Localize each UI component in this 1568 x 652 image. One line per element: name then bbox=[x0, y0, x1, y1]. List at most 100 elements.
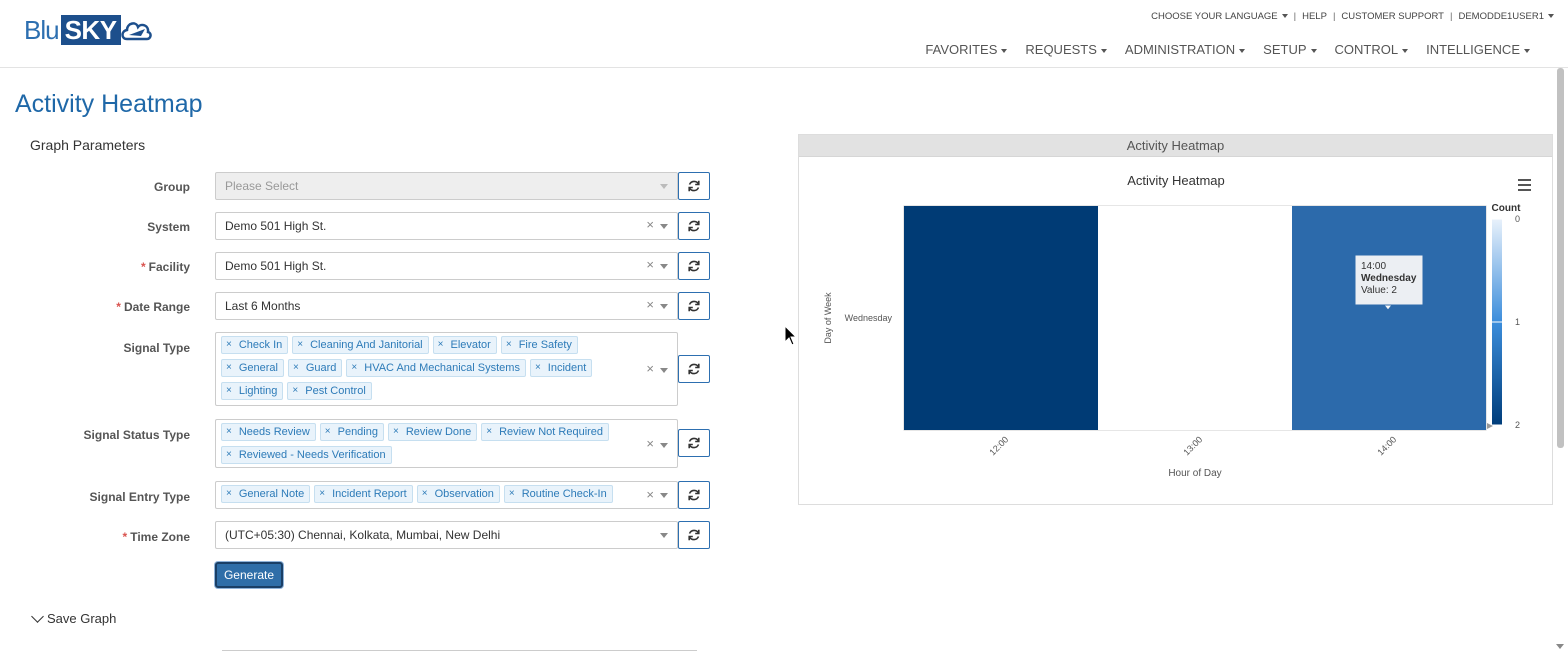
tag-review-done[interactable]: × Review Done bbox=[387, 423, 478, 441]
tag-lighting[interactable]: × Lighting bbox=[221, 382, 284, 400]
clear-icon[interactable]: × bbox=[646, 483, 654, 507]
colorbar-tick-label: 2 bbox=[1515, 420, 1520, 430]
tag-check-in[interactable]: × Check In bbox=[221, 336, 289, 354]
tooltip-time: 14:00 bbox=[1361, 261, 1386, 272]
tag-remove-icon[interactable]: × bbox=[319, 486, 325, 502]
help-link[interactable]: HELP bbox=[1302, 11, 1327, 22]
nav-favorites[interactable]: FAVORITES bbox=[925, 42, 1008, 57]
tag-needs-review[interactable]: × Needs Review bbox=[221, 423, 316, 441]
tag-incident-report[interactable]: × Incident Report bbox=[314, 485, 413, 503]
signal-entry-type-refresh-button[interactable] bbox=[678, 481, 710, 509]
tag-remove-icon[interactable]: × bbox=[393, 424, 399, 440]
refresh-icon bbox=[688, 180, 700, 192]
heatmap-cell-1300-wednesday[interactable] bbox=[1098, 206, 1292, 430]
generate-button[interactable]: Generate bbox=[215, 562, 283, 588]
tooltip-value: Value: 2 bbox=[1361, 285, 1397, 296]
scroll-down-arrow-icon[interactable] bbox=[1556, 644, 1564, 649]
tag-remove-icon[interactable]: × bbox=[226, 360, 232, 376]
group-label: Group bbox=[154, 180, 190, 194]
chevron-down-icon bbox=[1524, 48, 1530, 53]
page-title: Activity Heatmap bbox=[15, 90, 203, 118]
chevron-down-icon bbox=[1310, 48, 1317, 53]
user-menu[interactable]: DEMODDE1USER1 bbox=[1458, 11, 1554, 22]
tooltip: 14:00 Wednesday Value: 2 bbox=[1354, 254, 1424, 311]
tag-remove-icon[interactable]: × bbox=[226, 337, 232, 353]
group-select[interactable]: Please Select bbox=[215, 172, 678, 200]
y-axis-label: Day of Week bbox=[823, 292, 833, 344]
tag-remove-icon[interactable]: × bbox=[509, 486, 515, 502]
tag-elevator[interactable]: × Elevator bbox=[432, 336, 497, 354]
nav-control[interactable]: CONTROL bbox=[1335, 42, 1409, 57]
tag-pending[interactable]: × Pending bbox=[319, 423, 384, 441]
tag-remove-icon[interactable]: × bbox=[486, 424, 492, 440]
nav-requests[interactable]: REQUESTS bbox=[1025, 42, 1107, 57]
facility-refresh-button[interactable] bbox=[678, 252, 710, 280]
save-graph-toggle[interactable]: Save Graph bbox=[31, 609, 116, 626]
clear-icon[interactable]: × bbox=[646, 357, 654, 381]
tag-hvac-and-mechanical-systems[interactable]: × HVAC And Mechanical Systems bbox=[346, 359, 526, 377]
tag-remove-icon[interactable]: × bbox=[292, 383, 298, 399]
tag-remove-icon[interactable]: × bbox=[438, 337, 444, 353]
tag-remove-icon[interactable]: × bbox=[351, 360, 357, 376]
time-zone-refresh-button[interactable] bbox=[678, 521, 710, 549]
chevron-down-icon bbox=[1001, 48, 1008, 53]
nav-administration[interactable]: ADMINISTRATION bbox=[1125, 42, 1246, 57]
tag-remove-icon[interactable]: × bbox=[226, 447, 232, 463]
chevron-down-icon bbox=[660, 304, 668, 309]
group-refresh-button[interactable] bbox=[678, 172, 710, 200]
tag-remove-icon[interactable]: × bbox=[506, 337, 512, 353]
tag-remove-icon[interactable]: × bbox=[226, 424, 232, 440]
system-refresh-button[interactable] bbox=[678, 212, 710, 240]
tag-review-not-required[interactable]: × Review Not Required bbox=[481, 423, 610, 441]
bluesky-logo[interactable]: Blu SKY bbox=[24, 14, 153, 46]
clear-icon[interactable]: × bbox=[646, 432, 654, 456]
tag-observation[interactable]: × Observation bbox=[416, 485, 500, 503]
tag-general[interactable]: × General bbox=[221, 359, 284, 377]
signal-entry-type-multiselect[interactable]: × General Note × Incident Report × Observat… bbox=[215, 481, 678, 509]
signal-type-multiselect[interactable]: × Check In × Cleaning And Janitorial × Elev… bbox=[215, 332, 678, 406]
heatmap-cell-1400-wednesday[interactable] bbox=[1292, 206, 1486, 430]
tag-remove-icon[interactable]: × bbox=[297, 337, 303, 353]
chevron-down-icon bbox=[660, 493, 668, 498]
page-scrollbar[interactable] bbox=[1555, 68, 1565, 652]
heatmap-cell-1200-wednesday[interactable] bbox=[904, 206, 1098, 430]
colorbar-title: Count bbox=[1492, 203, 1522, 214]
tag-guard[interactable]: × Guard bbox=[287, 359, 343, 377]
menu-icon[interactable] bbox=[1518, 179, 1531, 191]
signal-type-refresh-button[interactable] bbox=[678, 355, 710, 383]
tag-remove-icon[interactable]: × bbox=[422, 486, 428, 502]
tag-remove-icon[interactable]: × bbox=[226, 383, 232, 399]
facility-select[interactable]: Demo 501 High St. × bbox=[215, 252, 678, 280]
nav-intelligence[interactable]: INTELLIGENCE bbox=[1426, 42, 1530, 57]
tag-remove-icon[interactable]: × bbox=[293, 360, 299, 376]
language-selector[interactable]: CHOOSE YOUR LANGUAGE bbox=[1151, 11, 1288, 22]
time-zone-select[interactable]: (UTC+05:30) Chennai, Kolkata, Mumbai, Ne… bbox=[215, 521, 678, 549]
tag-incident[interactable]: × Incident bbox=[529, 359, 593, 377]
clear-icon[interactable]: × bbox=[646, 213, 654, 237]
tag-remove-icon[interactable]: × bbox=[226, 486, 232, 502]
logo-blu-text: Blu bbox=[24, 14, 60, 45]
system-select[interactable]: Demo 501 High St. × bbox=[215, 212, 678, 240]
chevron-down-icon bbox=[660, 184, 668, 189]
tag-general-note[interactable]: × General Note bbox=[221, 485, 311, 503]
tag-reviewed-needs-verification[interactable]: × Reviewed - Needs Verification bbox=[221, 446, 392, 464]
scrollbar-thumb[interactable] bbox=[1557, 68, 1564, 448]
tag-routine-check-in[interactable]: × Routine Check-In bbox=[503, 485, 613, 503]
date-range-select[interactable]: Last 6 Months × bbox=[215, 292, 678, 320]
tag-remove-icon[interactable]: × bbox=[325, 424, 331, 440]
tag-remove-icon[interactable]: × bbox=[535, 360, 541, 376]
colorbar-tick-label: 0 bbox=[1515, 214, 1520, 224]
signal-status-type-multiselect[interactable]: × Needs Review × Pending × Review Done × Rev… bbox=[215, 419, 678, 468]
signal-status-type-refresh-button[interactable] bbox=[678, 429, 710, 457]
tag-cleaning-and-janitorial[interactable]: × Cleaning And Janitorial bbox=[292, 336, 429, 354]
tag-fire-safety[interactable]: × Fire Safety bbox=[500, 336, 578, 354]
group-placeholder: Please Select bbox=[225, 179, 299, 193]
clear-icon[interactable]: × bbox=[646, 293, 654, 317]
chevron-down-icon bbox=[1402, 48, 1409, 53]
customer-support-link[interactable]: CUSTOMER SUPPORT bbox=[1341, 11, 1444, 22]
tag-pest-control[interactable]: × Pest Control bbox=[287, 382, 372, 400]
date-range-refresh-button[interactable] bbox=[678, 292, 710, 320]
nav-setup[interactable]: SETUP bbox=[1263, 42, 1317, 57]
chevron-down-icon bbox=[660, 368, 668, 373]
clear-icon[interactable]: × bbox=[646, 253, 654, 277]
